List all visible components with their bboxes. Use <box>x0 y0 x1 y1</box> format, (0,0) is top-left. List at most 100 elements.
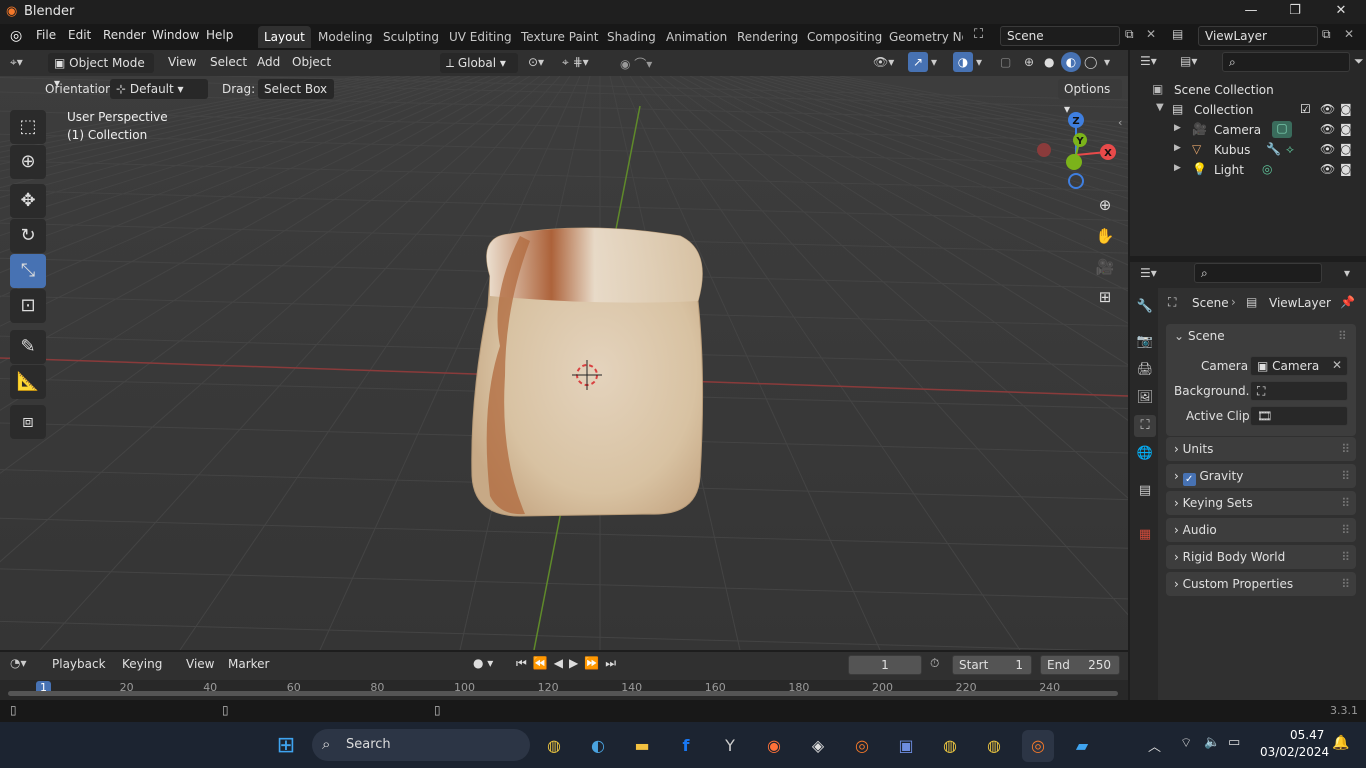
scene-icon[interactable]: ⛶ <box>974 27 983 42</box>
rigid-body-drag-icon[interactable]: ⠿ <box>1341 545 1350 569</box>
rigid-body-world-panel[interactable]: › Rigid Body World ⠿ <box>1166 545 1356 569</box>
tab-animation[interactable]: Animation <box>660 26 733 48</box>
navigation-gizmo[interactable]: Z X Y <box>1030 108 1126 194</box>
camera-eye-icon[interactable]: 👁 <box>1320 122 1335 136</box>
rendered-shading-icon[interactable]: ◯ <box>1084 55 1097 69</box>
neg-y-axis-icon[interactable] <box>1066 154 1082 170</box>
delete-viewlayer-icon[interactable]: ✕ <box>1344 27 1354 41</box>
keying-sets-panel[interactable]: › Keying Sets ⠿ <box>1166 491 1356 515</box>
timeline-marker-menu[interactable]: Marker <box>228 657 269 671</box>
wireframe-shading-icon[interactable]: ⊕ <box>1024 55 1034 69</box>
expand-camera-icon[interactable]: ▶ <box>1174 123 1181 133</box>
jump-start-icon[interactable]: ⏮ <box>516 656 533 670</box>
pan-hand-icon[interactable]: ✋ <box>1091 222 1119 250</box>
current-frame-field[interactable]: 1 <box>848 655 922 675</box>
collection-checkbox-icon[interactable]: ☑ <box>1300 102 1311 116</box>
properties-options-icon[interactable]: ▾ <box>1344 266 1350 280</box>
outliner-editor-icon[interactable]: ☰▾ <box>1140 54 1157 68</box>
display-mode-icon[interactable]: ▤▾ <box>1180 54 1197 68</box>
prev-keyframe-icon[interactable]: ⏪ <box>533 656 554 670</box>
measure-tool[interactable]: 📐 <box>10 365 46 399</box>
gravity-panel[interactable]: › ✓ Gravity ⠿ <box>1166 464 1356 488</box>
cursor-tool[interactable]: ⊕ <box>10 145 46 179</box>
menu-window[interactable]: Window <box>152 28 199 42</box>
timeline-editor-icon[interactable]: ◔▾ <box>10 656 27 670</box>
menu-help[interactable]: Help <box>206 28 233 42</box>
audio-panel[interactable]: › Audio ⠿ <box>1166 518 1356 542</box>
annotate-tool[interactable]: ✎ <box>10 330 46 364</box>
scene-panel-chevron-icon[interactable]: ⌄ <box>1174 329 1184 343</box>
viewlayer-icon[interactable]: ▤ <box>1172 27 1183 41</box>
kubus-render-icon[interactable]: ◙ <box>1340 142 1352 156</box>
playback-menu[interactable]: Playback ▾ <box>46 654 116 691</box>
outliner-row-kubus[interactable]: ▶ ▽ Kubus 🔧 ⟡ 👁 ◙ <box>1130 140 1366 160</box>
tab-compositing[interactable]: Compositing <box>801 26 888 48</box>
properties-editor-icon[interactable]: ☰▾ <box>1140 266 1157 280</box>
menu-edit[interactable]: Edit <box>68 28 91 42</box>
end-frame-field[interactable]: End 250 <box>1040 655 1120 675</box>
modifier-wrench-icon[interactable]: 🔧 <box>1266 142 1281 156</box>
battery-icon[interactable]: ▭ <box>1228 735 1240 750</box>
mode-selector[interactable]: ▣ Object Mode ▾ <box>48 53 154 90</box>
pin-icon[interactable]: 📌 <box>1340 295 1355 309</box>
overlay-dropdown-icon[interactable]: ▾ <box>976 55 982 69</box>
clear-camera-icon[interactable]: ✕ <box>1332 358 1342 372</box>
light-render-icon[interactable]: ◙ <box>1340 162 1352 176</box>
options-button[interactable]: Options ▾ <box>1058 79 1122 116</box>
volume-icon[interactable]: 🔈 <box>1204 735 1220 750</box>
scene-tab-icon[interactable]: ⛶ <box>1134 415 1156 437</box>
clock-time[interactable]: 05.47 <box>1290 728 1324 742</box>
timeline-scrollbar[interactable] <box>8 691 1118 696</box>
rotate-tool[interactable]: ↻ <box>10 219 46 253</box>
outliner-row-collection[interactable]: ▼ ▤ Collection ☑ 👁 ◙ <box>1130 100 1366 120</box>
xray-icon[interactable]: ▢ <box>1000 55 1011 69</box>
tray-chevron-icon[interactable]: ︿ <box>1148 736 1161 755</box>
chrome-profile-2-icon[interactable]: ◍ <box>978 730 1010 762</box>
blender-active-icon[interactable]: ◎ <box>1022 730 1054 762</box>
record-icon[interactable]: ● ▾ <box>473 656 493 670</box>
tab-texture-paint[interactable]: Texture Paint <box>515 26 604 48</box>
proportional-edit-icon[interactable]: ◉ ⌒▾ <box>620 55 652 72</box>
viewport-menu-object[interactable]: Object <box>292 55 331 69</box>
close-button[interactable]: ✕ <box>1318 0 1364 24</box>
sidebar-toggle-icon[interactable]: ‹ <box>1118 116 1122 129</box>
audio-drag-icon[interactable]: ⠿ <box>1341 518 1350 542</box>
outliner-row-camera[interactable]: ▶ 🎥 Camera ▢ 👁 ◙ <box>1130 120 1366 140</box>
expand-light-icon[interactable]: ▶ <box>1174 163 1181 173</box>
viewport-menu-view[interactable]: View <box>168 55 196 69</box>
zoom-icon[interactable]: ⊕ <box>1091 191 1119 219</box>
wifi-icon[interactable]: ⌔ <box>1180 735 1192 751</box>
active-clip-field[interactable]: 🎞 <box>1250 406 1348 426</box>
windows-start-icon[interactable]: ⊞ <box>270 730 302 762</box>
new-viewlayer-icon[interactable]: ⧉ <box>1322 27 1331 42</box>
visibility-icon[interactable]: 👁▾ <box>873 55 894 69</box>
outliner-row-scene-collection[interactable]: ▣ Scene Collection <box>1130 80 1366 100</box>
select-box-tool[interactable]: ⬚ <box>10 110 46 144</box>
output-tab-icon[interactable]: 🖨 <box>1134 359 1156 381</box>
stopwatch-icon[interactable]: ⏱ <box>930 656 939 671</box>
gravity-drag-icon[interactable]: ⠿ <box>1341 464 1350 488</box>
next-keyframe-icon[interactable]: ⏩ <box>584 656 605 670</box>
facebook-icon[interactable]: f <box>670 730 702 762</box>
app-y-icon[interactable]: Y <box>714 730 746 762</box>
shading-dropdown-icon[interactable]: ▾ <box>1104 55 1110 69</box>
tab-geometry-nodes[interactable]: Geometry Noc <box>883 26 963 48</box>
camera-data-icon[interactable]: ▢ <box>1272 121 1292 138</box>
playback-controls[interactable]: ⏮⏪◀▶⏩⏭ <box>516 656 622 671</box>
app-ribbon-icon[interactable]: ◈ <box>802 730 834 762</box>
move-tool[interactable]: ✥ <box>10 184 46 218</box>
collection-tab-icon[interactable]: ▤ <box>1134 480 1156 502</box>
windows-app-icon[interactable]: ▰ <box>1066 730 1098 762</box>
units-drag-icon[interactable]: ⠿ <box>1341 437 1350 461</box>
world-tab-icon[interactable]: 🌐 <box>1134 443 1156 465</box>
light-data-icon[interactable]: ◎ <box>1262 162 1272 176</box>
properties-search-input[interactable]: ⌕ <box>1194 263 1322 283</box>
gizmo-toggle-icon[interactable]: ↗ <box>908 52 928 72</box>
material-shading-icon[interactable]: ◐ <box>1061 52 1081 72</box>
viewlayer-selector[interactable]: ViewLayer <box>1198 26 1318 46</box>
keying-menu[interactable]: Keying ▾ <box>116 654 176 691</box>
drag-selector[interactable]: Select Box <box>258 79 334 99</box>
edge-icon[interactable]: ◐ <box>582 730 614 762</box>
solid-shading-icon[interactable]: ● <box>1044 55 1054 69</box>
tab-modeling[interactable]: Modeling <box>312 26 379 48</box>
